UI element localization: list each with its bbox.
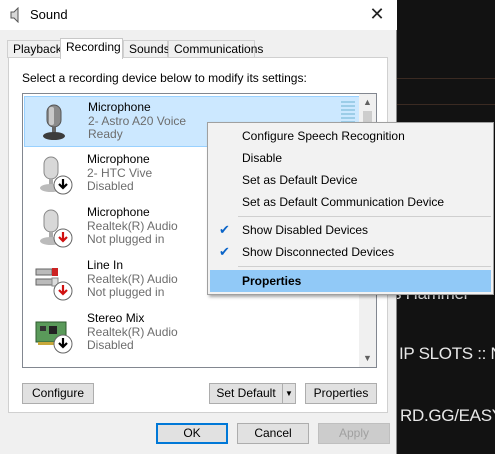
- device-name: Microphone: [87, 205, 150, 219]
- menu-item-label: Set as Default Communication Device: [242, 195, 445, 209]
- menu-item-properties[interactable]: Properties: [210, 270, 491, 292]
- menu-item-label: Configure Speech Recognition: [242, 129, 405, 143]
- device-status: Disabled: [87, 179, 134, 193]
- menu-item-label: Properties: [242, 274, 302, 288]
- set-default-button[interactable]: Set Default ▼: [209, 383, 296, 404]
- chevron-down-icon[interactable]: ▼: [282, 384, 295, 403]
- properties-button[interactable]: Properties: [305, 383, 377, 404]
- background-divider: [397, 104, 495, 105]
- checkmark-icon: ✔: [219, 244, 230, 259]
- microphone-icon: [40, 209, 73, 248]
- line-in-jack-icon: [35, 268, 73, 301]
- device-name: Stereo Mix: [87, 311, 145, 325]
- menu-item-label: Show Disconnected Devices: [242, 245, 395, 259]
- instruction-text: Select a recording device below to modif…: [22, 71, 307, 85]
- device-status: Not plugged in: [87, 232, 165, 246]
- menu-item-label: Show Disabled Devices: [242, 223, 369, 237]
- device-status: Ready: [88, 127, 123, 141]
- scroll-down-icon[interactable]: ▼: [359, 350, 376, 367]
- tab-recording[interactable]: Recording: [60, 38, 123, 59]
- menu-item-show-disconnected[interactable]: ✔ Show Disconnected Devices: [210, 241, 491, 263]
- configure-button[interactable]: Configure: [22, 383, 94, 404]
- background-text: IP SLOTS :: NIT: [399, 344, 495, 363]
- list-item[interactable]: Stereo Mix Realtek(R) Audio Disabled: [24, 308, 360, 359]
- window-title: Sound: [30, 7, 68, 22]
- menu-item-configure-speech[interactable]: Configure Speech Recognition: [210, 125, 491, 147]
- tab-communications[interactable]: Communications: [168, 40, 263, 58]
- tab-sounds[interactable]: Sounds: [123, 40, 170, 58]
- menu-item-label: Disable: [242, 151, 283, 165]
- device-driver: Realtek(R) Audio: [87, 325, 178, 339]
- device-status: Disabled: [87, 338, 134, 352]
- menu-separator: [238, 216, 491, 217]
- cancel-button[interactable]: Cancel: [237, 423, 309, 444]
- context-menu: Configure Speech Recognition Disable Set…: [207, 122, 494, 295]
- device-driver: Realtek(R) Audio: [87, 272, 178, 286]
- microphone-icon: [40, 156, 73, 195]
- apply-button[interactable]: Apply: [318, 423, 390, 444]
- device-name: Line In: [87, 258, 124, 272]
- menu-item-set-default-communication[interactable]: Set as Default Communication Device: [210, 191, 491, 213]
- microphone-icon: [43, 104, 65, 140]
- device-name: Microphone: [88, 100, 151, 114]
- speaker-icon: [10, 7, 19, 23]
- background-divider: [397, 78, 495, 79]
- background-text: RD.GG/EASYCO: [400, 406, 495, 425]
- device-driver: Realtek(R) Audio: [87, 219, 178, 233]
- menu-item-set-default[interactable]: Set as Default Device: [210, 169, 491, 191]
- set-default-label: Set Default: [216, 386, 276, 400]
- checkmark-icon: ✔: [219, 222, 230, 237]
- title-bar[interactable]: Sound ✕: [0, 0, 397, 30]
- device-driver: 2- HTC Vive: [87, 166, 153, 180]
- device-driver: 2- Astro A20 Voice: [88, 114, 187, 128]
- menu-item-disable[interactable]: Disable: [210, 147, 491, 169]
- sound-card-icon: [35, 321, 73, 354]
- device-name: Microphone: [87, 152, 150, 166]
- menu-item-show-disabled[interactable]: ✔ Show Disabled Devices: [210, 219, 491, 241]
- tab-playback[interactable]: Playback: [7, 40, 62, 58]
- menu-item-label: Set as Default Device: [242, 173, 358, 187]
- ok-button[interactable]: OK: [156, 423, 228, 444]
- close-button[interactable]: ✕: [363, 3, 391, 25]
- device-status: Not plugged in: [87, 285, 165, 299]
- scroll-up-icon[interactable]: ▲: [359, 94, 376, 111]
- menu-separator: [238, 266, 491, 267]
